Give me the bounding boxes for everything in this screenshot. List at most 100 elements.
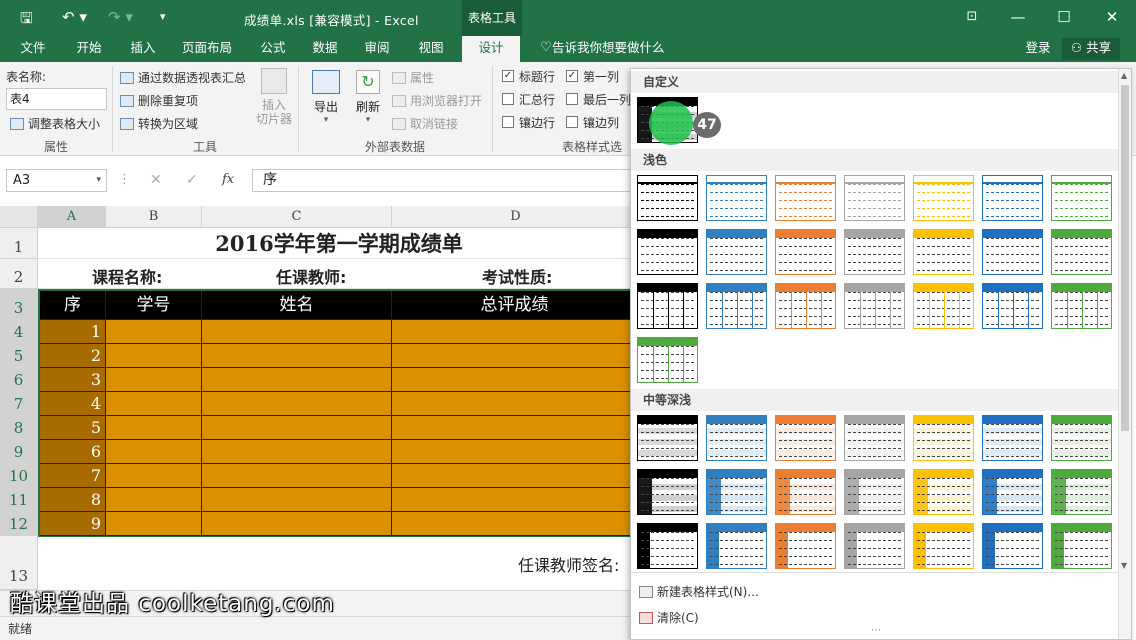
serial-cell[interactable]: 3 [40, 368, 106, 392]
medium-style-thumb[interactable] [775, 469, 836, 515]
row-header[interactable]: 8 [0, 416, 38, 440]
tab-home[interactable]: 开始 [64, 36, 114, 62]
row-header[interactable]: 1 [0, 228, 38, 259]
open-in-browser-button[interactable]: 用浏览器打开 [392, 92, 482, 109]
serial-cell[interactable]: 9 [40, 512, 106, 536]
light-style-thumb[interactable] [637, 283, 698, 329]
serial-cell[interactable]: 5 [40, 416, 106, 440]
header-cell-id[interactable]: 学号 [106, 291, 202, 320]
tab-design[interactable]: 设计 [462, 36, 520, 63]
unlink-button[interactable]: 取消链接 [392, 115, 458, 132]
medium-style-thumb[interactable] [706, 469, 767, 515]
light-style-thumb[interactable] [706, 229, 767, 275]
table-cell[interactable] [202, 488, 392, 512]
signature-label[interactable]: 任课教师签名: [518, 552, 619, 576]
row-header[interactable]: 13 [0, 536, 38, 590]
medium-style-thumb[interactable] [982, 415, 1043, 461]
clear-menu-item[interactable]: 清除(C) [639, 609, 699, 626]
light-style-thumb[interactable] [775, 229, 836, 275]
banded-rows-checkbox[interactable] [502, 116, 514, 128]
medium-style-thumb[interactable] [1051, 523, 1112, 569]
light-style-thumb[interactable] [982, 283, 1043, 329]
gallery-scrollbar[interactable]: ▲ ▼ [1118, 69, 1131, 639]
last-column-checkbox[interactable] [566, 93, 578, 105]
serial-cell[interactable]: 7 [40, 464, 106, 488]
table-cell[interactable] [392, 464, 638, 488]
column-header-d[interactable]: D [392, 206, 640, 228]
row-header[interactable]: 12 [0, 512, 38, 536]
confirm-entry-icon[interactable]: ✓ [186, 172, 198, 188]
column-header-c[interactable]: C [202, 206, 392, 228]
table-cell[interactable] [392, 440, 638, 464]
light-style-thumb[interactable] [982, 175, 1043, 221]
convert-to-range-button[interactable]: 转换为区域 [120, 115, 198, 132]
scroll-up-icon[interactable]: ▲ [1121, 71, 1127, 80]
light-style-thumb[interactable] [1051, 175, 1112, 221]
table-cell[interactable] [202, 512, 392, 536]
light-style-thumb[interactable] [637, 337, 698, 383]
cancel-entry-icon[interactable]: ✕ [150, 172, 162, 188]
table-cell[interactable] [106, 464, 202, 488]
table-cell[interactable] [202, 392, 392, 416]
column-header-a[interactable]: A [38, 206, 106, 228]
table-cell[interactable] [202, 416, 392, 440]
row-header[interactable]: 6 [0, 368, 38, 392]
column-header-b[interactable]: B [106, 206, 202, 228]
table-cell[interactable] [202, 440, 392, 464]
serial-cell[interactable]: 4 [40, 392, 106, 416]
medium-style-thumb[interactable] [637, 469, 698, 515]
medium-style-thumb[interactable] [637, 415, 698, 461]
scroll-thumb[interactable] [1121, 85, 1129, 431]
light-style-thumb[interactable] [775, 175, 836, 221]
table-cell[interactable] [392, 344, 638, 368]
medium-style-thumb[interactable] [1051, 469, 1112, 515]
table-cell[interactable] [106, 344, 202, 368]
header-cell-seq[interactable]: 序 [40, 291, 106, 320]
serial-cell[interactable]: 1 [40, 320, 106, 344]
table-cell[interactable] [392, 320, 638, 344]
formula-input[interactable]: 序 [252, 169, 652, 192]
medium-style-thumb[interactable] [706, 523, 767, 569]
pivot-summary-button[interactable]: 通过数据透视表汇总 [120, 69, 246, 86]
medium-style-thumb[interactable] [982, 523, 1043, 569]
medium-style-thumb[interactable] [775, 415, 836, 461]
table-cell[interactable] [106, 416, 202, 440]
exam-type-label[interactable]: 考试性质: [482, 264, 552, 288]
name-box[interactable]: A3 ▾ [6, 169, 107, 192]
undo-icon[interactable]: ↶ ▾ [62, 8, 87, 26]
ribbon-display-icon[interactable]: ⊡ [950, 0, 994, 36]
light-style-thumb[interactable] [637, 229, 698, 275]
table-cell[interactable] [202, 368, 392, 392]
redo-icon[interactable]: ↷ ▾ [108, 8, 133, 26]
header-row-checkbox[interactable]: ✓ [502, 70, 514, 82]
light-style-thumb[interactable] [706, 283, 767, 329]
light-style-thumb[interactable] [706, 175, 767, 221]
scroll-down-icon[interactable]: ▼ [1121, 561, 1127, 570]
header-cell-score[interactable]: 总评成绩 [392, 291, 638, 320]
row-header[interactable]: 2 [0, 259, 38, 289]
serial-cell[interactable]: 8 [40, 488, 106, 512]
tab-page-layout[interactable]: 页面布局 [176, 36, 238, 62]
table-cell[interactable] [202, 344, 392, 368]
medium-style-thumb[interactable] [913, 415, 974, 461]
light-style-thumb[interactable] [775, 283, 836, 329]
minimize-icon[interactable]: — [996, 0, 1040, 36]
light-style-thumb[interactable] [1051, 283, 1112, 329]
remove-duplicates-button[interactable]: 删除重复项 [120, 92, 198, 109]
light-style-thumb[interactable] [844, 283, 905, 329]
table-cell[interactable] [202, 320, 392, 344]
resize-grip-icon[interactable]: ⋯ [871, 625, 881, 636]
teacher-label[interactable]: 任课教师: [276, 264, 346, 288]
save-icon[interactable]: 🖫 [20, 8, 33, 33]
first-column-checkbox[interactable]: ✓ [566, 70, 578, 82]
medium-style-thumb[interactable] [1051, 415, 1112, 461]
medium-style-thumb[interactable] [844, 523, 905, 569]
table-cell[interactable] [106, 392, 202, 416]
medium-style-thumb[interactable] [775, 523, 836, 569]
row-header[interactable]: 3 [0, 289, 38, 320]
insert-function-icon[interactable]: fx [222, 172, 234, 187]
row-header[interactable]: 7 [0, 392, 38, 416]
medium-style-thumb[interactable] [982, 469, 1043, 515]
table-cell[interactable] [392, 488, 638, 512]
light-style-thumb[interactable] [844, 229, 905, 275]
